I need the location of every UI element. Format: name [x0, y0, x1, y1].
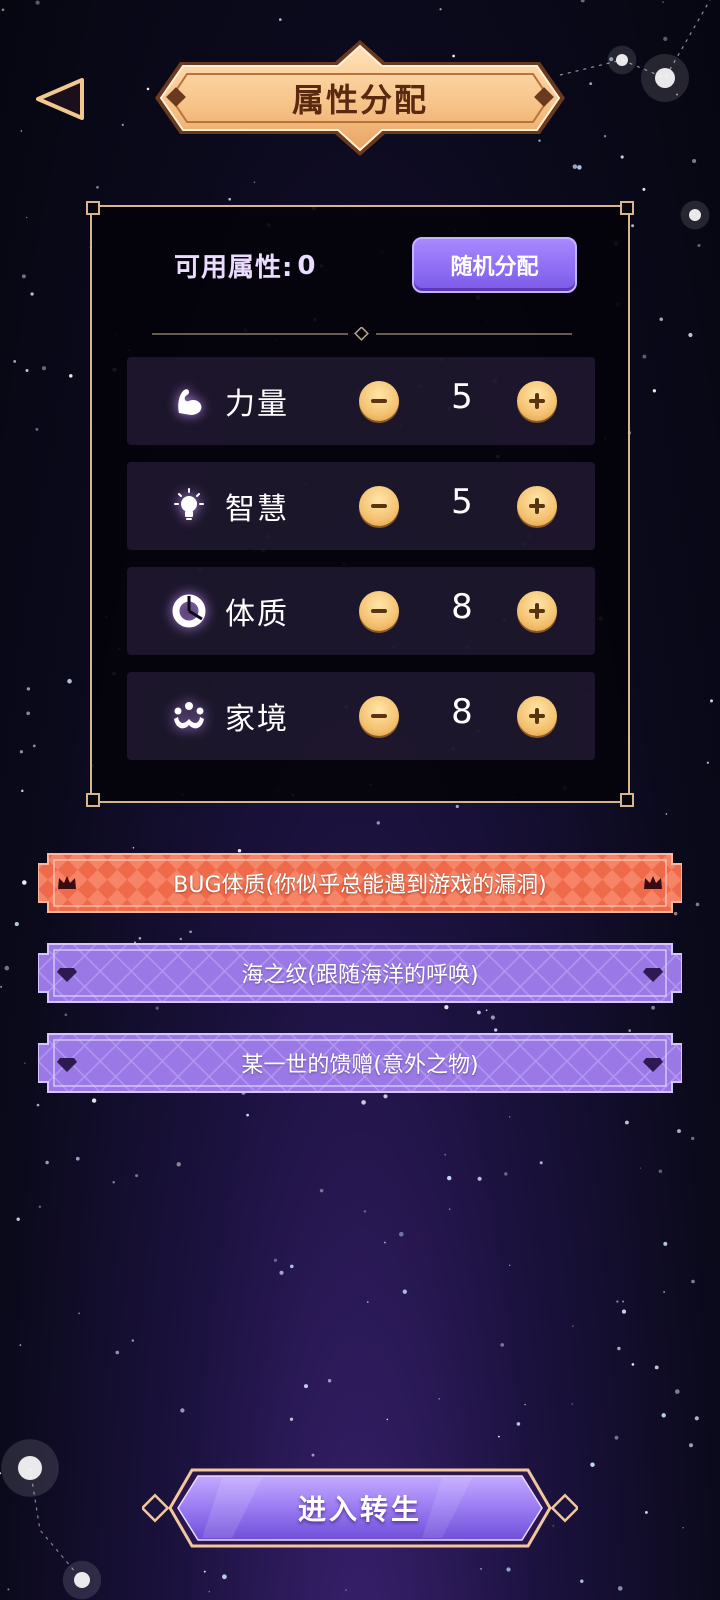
attribute-name: 家境	[225, 702, 289, 737]
attribute-name: 智慧	[225, 492, 289, 527]
talent-text: BUG体质(你似乎总能遇到游戏的漏洞)	[173, 873, 547, 898]
increase-constitution-button[interactable]	[517, 591, 557, 631]
random-allocate-button[interactable]: 随机分配	[412, 237, 577, 293]
panel-corner-ornament	[86, 793, 100, 807]
talent-text: 某一世的馈赠(意外之物)	[241, 1053, 479, 1078]
available-points-label: 可用属性:	[174, 253, 294, 283]
plus-icon	[529, 708, 545, 724]
talent-card-epic[interactable]: 海之纹(跟随海洋的呼唤)	[38, 940, 682, 1006]
divider	[152, 327, 572, 341]
panel-corner-ornament	[620, 201, 634, 215]
constitution-ring-icon	[167, 589, 211, 633]
available-points: 可用属性: 0	[174, 247, 316, 284]
increase-family-button[interactable]	[517, 696, 557, 736]
decrease-constitution-button[interactable]	[359, 591, 399, 631]
attribute-row-strength: 力量 5	[127, 357, 595, 445]
family-icon	[167, 694, 211, 738]
attribute-value: 8	[451, 692, 473, 732]
enter-reincarnation-button[interactable]: 进入转生	[142, 1466, 578, 1550]
title-banner: 属性分配	[145, 38, 575, 158]
minus-icon	[371, 609, 387, 613]
attribute-row-wisdom: 智慧 5	[127, 462, 595, 550]
increase-strength-button[interactable]	[517, 381, 557, 421]
plus-icon	[529, 603, 545, 619]
page-title: 属性分配	[291, 81, 428, 119]
minus-icon	[371, 399, 387, 403]
plus-icon	[529, 498, 545, 514]
minus-icon	[371, 504, 387, 508]
back-button[interactable]	[34, 76, 86, 122]
attribute-row-constitution: 体质 8	[127, 567, 595, 655]
talent-card-legendary[interactable]: BUG体质(你似乎总能遇到游戏的漏洞)	[38, 850, 682, 916]
attribute-name: 体质	[225, 597, 289, 632]
attribute-row-family: 家境 8	[127, 672, 595, 760]
attribute-value: 8	[451, 587, 473, 627]
decrease-wisdom-button[interactable]	[359, 486, 399, 526]
muscle-arm-icon	[167, 379, 211, 423]
decrease-strength-button[interactable]	[359, 381, 399, 421]
lightbulb-icon	[167, 484, 211, 528]
start-button-label: 进入转生	[297, 1493, 422, 1526]
talent-text: 海之纹(跟随海洋的呼唤)	[241, 963, 479, 988]
minus-icon	[371, 714, 387, 718]
panel-corner-ornament	[86, 201, 100, 215]
decrease-family-button[interactable]	[359, 696, 399, 736]
attribute-value: 5	[451, 377, 473, 417]
increase-wisdom-button[interactable]	[517, 486, 557, 526]
talent-card-epic[interactable]: 某一世的馈赠(意外之物)	[38, 1030, 682, 1096]
attribute-name: 力量	[225, 387, 289, 422]
triangle-back-icon	[36, 78, 84, 120]
plus-icon	[529, 393, 545, 409]
attribute-value: 5	[451, 482, 473, 522]
panel-corner-ornament	[620, 793, 634, 807]
available-points-value: 0	[297, 250, 316, 281]
attribute-panel: 可用属性: 0 随机分配 力量 5 智慧 5 体质 8 家境 8	[86, 201, 634, 807]
